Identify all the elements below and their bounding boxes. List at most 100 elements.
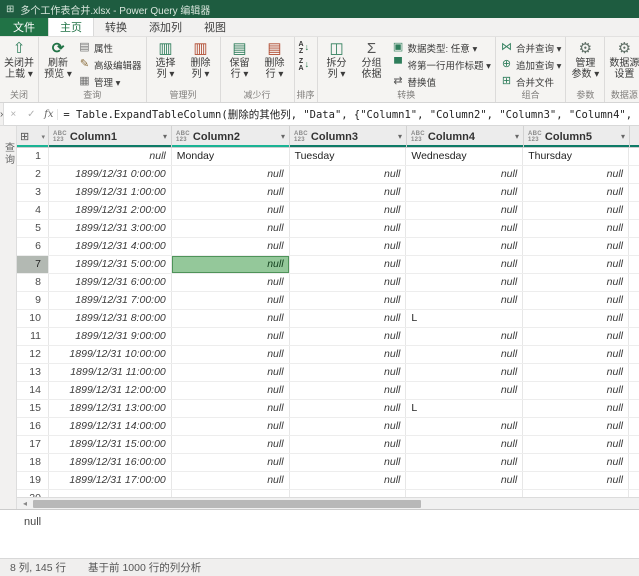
filter-icon[interactable]: ▾	[398, 132, 402, 141]
ribbon-button[interactable]: ◫ 拆分列 ▾	[320, 38, 354, 80]
grid-cell[interactable]: 1899/12/31 4:00:00	[49, 238, 172, 255]
grid-cell[interactable]: null	[172, 418, 290, 435]
check-icon[interactable]: ✓	[22, 109, 40, 120]
grid-cell[interactable]: null	[406, 328, 524, 345]
grid-cell[interactable]: 1899/12/31 5:00:00	[49, 256, 172, 273]
grid-cell[interactable]: null	[290, 328, 407, 345]
grid-cell[interactable]: null	[523, 364, 630, 381]
ribbon-button[interactable]: ⟳ 刷新 预览 ▾	[41, 38, 75, 80]
grid-cell[interactable]: null	[172, 364, 290, 381]
grid-cell[interactable]: null	[171, 256, 290, 273]
ribbon-button[interactable]: ▤ 属性	[76, 40, 144, 55]
tab-add-column[interactable]: 添加列	[138, 18, 193, 36]
ribbon-button[interactable]: Z A ↓	[297, 57, 314, 72]
grid-cell[interactable]: null	[523, 400, 630, 417]
grid-cell[interactable]: null	[290, 472, 407, 489]
grid-cell[interactable]: 1899/12/31 13:00:00	[49, 400, 172, 417]
grid-cell[interactable]: null	[290, 382, 407, 399]
grid-cell[interactable]: null	[290, 256, 407, 273]
grid-cell[interactable]: null	[406, 436, 524, 453]
grid-cell[interactable]: 1899/12/31 7:00:00	[49, 292, 172, 309]
row-number[interactable]: 3	[17, 184, 49, 201]
row-number[interactable]: 14	[17, 382, 49, 399]
scroll-left-icon[interactable]: ◂	[17, 499, 33, 508]
filter-icon[interactable]: ▾	[281, 132, 285, 141]
tab-home[interactable]: 主页	[48, 18, 94, 36]
grid-cell[interactable]: null	[406, 166, 524, 183]
grid-cell[interactable]: null	[172, 454, 290, 471]
filter-icon[interactable]: ▾	[515, 132, 519, 141]
grid-cell[interactable]: null	[523, 166, 630, 183]
column-header[interactable]: ABC 123 Column3 ▾	[290, 126, 407, 147]
grid-cell[interactable]: null	[523, 292, 630, 309]
row-number[interactable]: 18	[17, 454, 49, 471]
grid-cell[interactable]: null	[523, 274, 630, 291]
ribbon-button[interactable]: A Z ↓	[297, 40, 314, 55]
grid-cell[interactable]: null	[172, 472, 290, 489]
row-number[interactable]: 15	[17, 400, 49, 417]
grid-cell[interactable]: L	[406, 400, 524, 417]
ribbon-button[interactable]: ✎ 高级编辑器	[76, 57, 144, 72]
grid-cell[interactable]: 1899/12/31 6:00:00	[49, 274, 172, 291]
grid-cell[interactable]	[523, 490, 630, 497]
grid-cell[interactable]	[290, 490, 407, 497]
grid-cell[interactable]: null	[523, 328, 630, 345]
column-header[interactable]: ABC 123 Column1 ▾	[49, 126, 172, 147]
grid-cell[interactable]: Monday	[172, 148, 290, 165]
grid-cell[interactable]: null	[172, 202, 290, 219]
grid-cell[interactable]: 1899/12/31 17:00:00	[49, 472, 172, 489]
row-number[interactable]: 20	[17, 490, 49, 497]
grid-cell[interactable]: null	[172, 346, 290, 363]
column-header[interactable]: ABC 123 Column2 ▾	[172, 126, 290, 147]
grid-cell[interactable]: 1899/12/31 1:00:00	[49, 184, 172, 201]
grid-cell[interactable]: Thursday	[523, 148, 630, 165]
row-number[interactable]: 11	[17, 328, 49, 345]
ribbon-button[interactable]: ▥ 选择列 ▾	[149, 38, 183, 80]
ribbon-button[interactable]: ⊞ 合并文件	[498, 74, 563, 89]
grid-cell[interactable]: null	[406, 220, 524, 237]
ribbon-button[interactable]: ▀ 将第一行用作标题 ▾	[390, 57, 493, 72]
grid-cell[interactable]: null	[523, 418, 630, 435]
grid-cell[interactable]: null	[290, 220, 407, 237]
grid-cell[interactable]: null	[172, 328, 290, 345]
grid-cell[interactable]: null	[290, 454, 407, 471]
grid-cell[interactable]: null	[290, 436, 407, 453]
grid-cell[interactable]: 1899/12/31 12:00:00	[49, 382, 172, 399]
ribbon-button[interactable]: ⇄ 替换值	[390, 74, 493, 89]
grid-cell[interactable]: null	[172, 400, 290, 417]
grid-cell[interactable]: null	[406, 418, 524, 435]
grid-cell[interactable]: null	[523, 454, 630, 471]
row-number[interactable]: 8	[17, 274, 49, 291]
grid-cell[interactable]: null	[172, 184, 290, 201]
grid-cell[interactable]	[49, 490, 172, 497]
grid-cell[interactable]: null	[172, 238, 290, 255]
grid-cell[interactable]: null	[523, 184, 630, 201]
grid-cell[interactable]: null	[290, 310, 407, 327]
grid-cell[interactable]: null	[523, 238, 630, 255]
grid-cell[interactable]: null	[290, 184, 407, 201]
tab-view[interactable]: 视图	[193, 18, 237, 36]
grid-cell[interactable]: null	[290, 202, 407, 219]
grid-cell[interactable]: null	[406, 292, 524, 309]
grid-cell[interactable]: 1899/12/31 11:00:00	[49, 364, 172, 381]
grid-cell[interactable]: 1899/12/31 3:00:00	[49, 220, 172, 237]
grid-cell[interactable]: null	[523, 382, 630, 399]
grid-cell[interactable]: null	[406, 274, 524, 291]
filter-icon[interactable]: ▾	[163, 132, 167, 141]
row-number[interactable]: 12	[17, 346, 49, 363]
grid-cell[interactable]: null	[172, 292, 290, 309]
grid-cell[interactable]: null	[172, 436, 290, 453]
grid-cell[interactable]: null	[523, 202, 630, 219]
ribbon-button[interactable]: ▤ 保留行 ▾	[223, 38, 257, 80]
row-number[interactable]: 6	[17, 238, 49, 255]
scrollbar-thumb[interactable]	[33, 499, 421, 508]
grid-cell[interactable]: null	[406, 346, 524, 363]
grid-cell[interactable]: null	[523, 472, 630, 489]
grid-cell[interactable]: null	[49, 148, 172, 165]
ribbon-button[interactable]: ▤ 删除行 ▾	[258, 38, 292, 80]
ribbon-button[interactable]: Σ 分组 依据	[355, 38, 389, 80]
horizontal-scrollbar[interactable]: ◂	[17, 497, 639, 509]
grid-cell[interactable]: 1899/12/31 10:00:00	[49, 346, 172, 363]
grid-cell[interactable]: null	[406, 472, 524, 489]
grid-cell[interactable]: 1899/12/31 14:00:00	[49, 418, 172, 435]
